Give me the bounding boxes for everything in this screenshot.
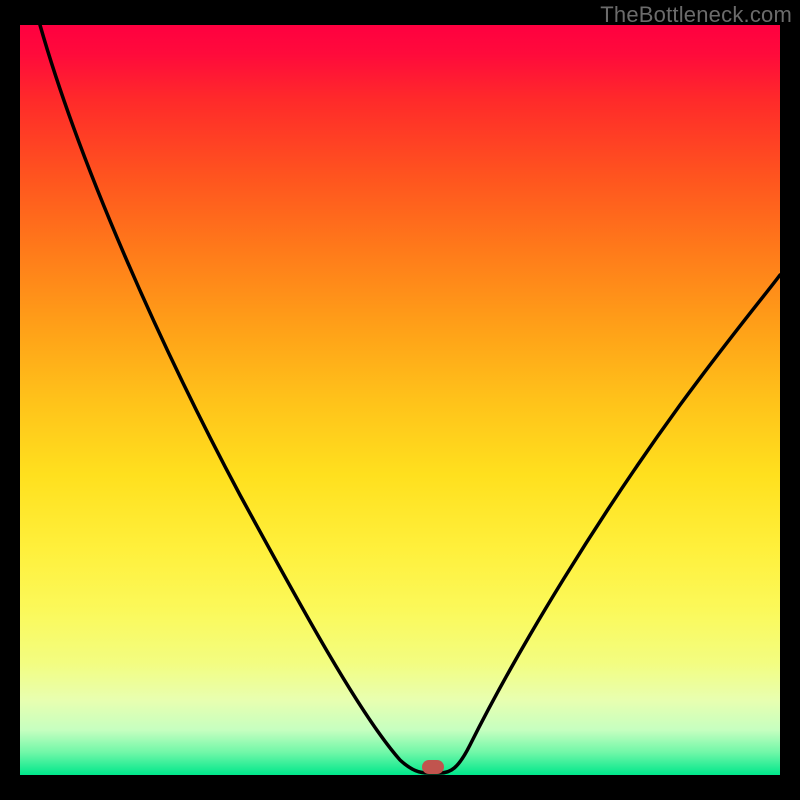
branding-watermark: TheBottleneck.com (600, 2, 792, 28)
chart-frame: TheBottleneck.com (0, 0, 800, 800)
curve-path (40, 25, 780, 773)
optimal-point-marker (422, 760, 444, 774)
bottleneck-curve (20, 25, 780, 775)
plot-area (20, 25, 780, 775)
